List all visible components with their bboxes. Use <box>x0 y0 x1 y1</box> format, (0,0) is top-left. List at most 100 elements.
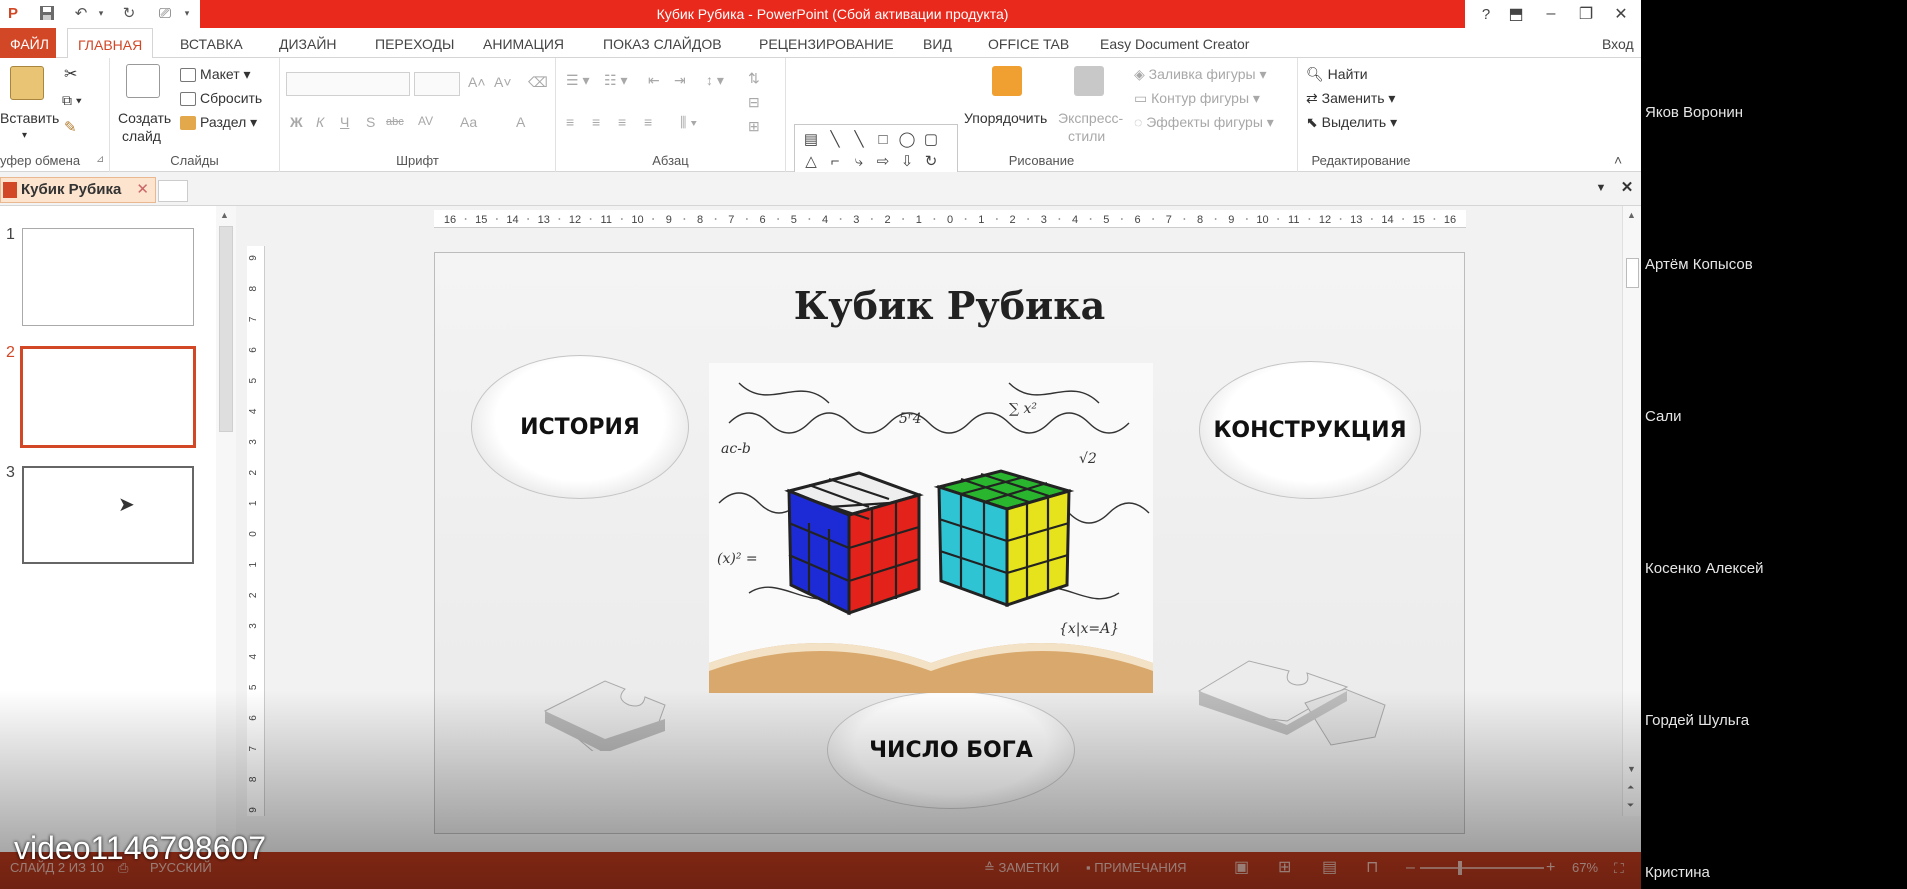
new-slide-icon[interactable] <box>126 64 160 98</box>
quick-styles-button-2[interactable]: стили <box>1068 128 1105 144</box>
customize-qat-icon[interactable]: ▾ <box>176 2 198 24</box>
oval-gods-number[interactable]: ЧИСЛО БОГА <box>827 691 1075 809</box>
shape-outline-button[interactable]: ▭ Контур фигуры ▾ <box>1134 90 1260 107</box>
tab-file[interactable]: ФАЙЛ <box>0 28 56 58</box>
puzzle-pieces-right[interactable] <box>1195 651 1395 747</box>
text-direction-icon[interactable]: ⇅ <box>748 70 760 87</box>
select-button[interactable]: ⬉ Выделить ▾ <box>1306 114 1397 131</box>
clipboard-launcher-icon[interactable]: ⊿ <box>96 154 104 165</box>
layout-button[interactable]: Макет ▾ <box>180 66 251 83</box>
notes-button[interactable]: ≙ ЗАМЕТКИ <box>984 852 1059 889</box>
elbow-shape-icon[interactable]: ⌐ <box>823 150 847 172</box>
tab-close-icon[interactable]: ✕ <box>1616 176 1638 200</box>
slide-sorter-icon[interactable]: ⊞ <box>1278 852 1291 889</box>
decrease-indent-icon[interactable]: ⇤ <box>648 72 660 89</box>
zoom-slider-track[interactable] <box>1420 867 1544 869</box>
reading-view-icon[interactable]: ▤ <box>1322 852 1337 889</box>
justify-icon[interactable]: ≡ <box>644 114 652 130</box>
increase-indent-icon[interactable]: ⇥ <box>674 72 686 89</box>
quick-styles-icon[interactable] <box>1074 66 1104 96</box>
slide-thumbnail-1[interactable] <box>22 228 194 326</box>
italic-button[interactable]: К <box>316 114 324 130</box>
cut-icon[interactable]: ✂ <box>64 64 77 84</box>
new-slide-button-2[interactable]: слайд <box>122 128 161 144</box>
char-spacing-button[interactable]: AV <box>418 114 433 128</box>
font-size-combo[interactable] <box>414 72 460 96</box>
bold-button[interactable]: Ж <box>290 114 303 130</box>
scroll-thumb[interactable] <box>1626 258 1639 288</box>
scroll-up-icon[interactable]: ▲ <box>220 210 229 220</box>
align-right-icon[interactable]: ≡ <box>618 114 626 130</box>
normal-view-icon[interactable]: ▣ <box>1234 852 1249 889</box>
puzzle-piece-left[interactable] <box>535 671 675 751</box>
oval-shape-icon[interactable]: ◯ <box>895 128 919 150</box>
help-button[interactable]: ? <box>1470 0 1502 28</box>
paste-button[interactable]: Вставить <box>0 110 59 126</box>
replace-button[interactable]: ⇄ Заменить ▾ <box>1306 90 1395 107</box>
arrange-button[interactable]: Упорядочить <box>964 110 1047 126</box>
numbering-icon[interactable]: ☷ ▾ <box>604 72 627 89</box>
font-name-combo[interactable] <box>286 72 410 96</box>
zoom-out-icon[interactable]: – <box>1406 852 1415 889</box>
tab-insert[interactable]: ВСТАВКА <box>170 28 253 58</box>
shadow-button[interactable]: S <box>366 114 375 130</box>
next-slide-icon[interactable]: ⏷ <box>1627 800 1634 811</box>
scroll-up-icon[interactable]: ▲ <box>1627 210 1636 220</box>
comments-button[interactable]: ▪ ПРИМЕЧАНИЯ <box>1086 852 1187 889</box>
undo-dropdown-icon[interactable]: ▾ <box>90 2 112 24</box>
redo-icon[interactable]: ↻ <box>118 2 140 24</box>
paste-icon[interactable] <box>10 66 44 100</box>
find-button[interactable]: 🔍︎ Найти <box>1306 66 1368 83</box>
arrow-shape-icon[interactable]: ⇨ <box>871 150 895 172</box>
tab-design[interactable]: ДИЗАЙН <box>269 28 347 58</box>
tab-slideshow[interactable]: ПОКАЗ СЛАЙДОВ <box>593 28 732 58</box>
smartart-icon[interactable]: ⊞ <box>748 118 760 135</box>
new-slide-button[interactable]: Создать <box>118 110 171 126</box>
align-text-icon[interactable]: ⊟ <box>748 94 760 111</box>
font-color-button[interactable]: A <box>516 114 525 130</box>
line2-shape-icon[interactable]: ╲ <box>847 128 871 150</box>
clear-formatting-icon[interactable]: ⌫ <box>528 74 548 91</box>
tab-transitions[interactable]: ПЕРЕХОДЫ <box>365 28 464 58</box>
section-button[interactable]: Раздел ▾ <box>180 114 257 131</box>
underline-button[interactable]: Ч <box>340 114 349 130</box>
save-icon[interactable] <box>36 2 58 24</box>
slideshow-view-icon[interactable]: ⊓ <box>1366 852 1378 889</box>
arrange-icon[interactable] <box>992 66 1022 96</box>
doc-tab[interactable]: Кубик Рубика ✕ <box>0 177 156 203</box>
zoom-slider-thumb[interactable] <box>1458 861 1462 875</box>
tab-home[interactable]: ГЛАВНАЯ <box>67 28 154 59</box>
new-tab-button[interactable] <box>158 180 188 202</box>
loop-shape-icon[interactable]: ↻ <box>919 150 943 172</box>
roundrect-shape-icon[interactable]: ▢ <box>919 128 943 150</box>
textbox-shape-icon[interactable]: ▤ <box>799 128 823 150</box>
undo-icon[interactable]: ↶ <box>70 2 92 24</box>
close-icon[interactable]: ✕ <box>1605 0 1637 28</box>
slide-title[interactable]: Кубик Рубика <box>435 283 1464 328</box>
paste-dropdown-icon[interactable]: ▾ <box>22 130 27 141</box>
shape-effects-button[interactable]: ◌ Эффекты фигуры ▾ <box>1134 114 1274 131</box>
triangle-shape-icon[interactable]: △ <box>799 150 823 172</box>
slide-thumbnail-2[interactable] <box>20 346 196 448</box>
tab-animation[interactable]: АНИМАЦИЯ <box>473 28 574 58</box>
reset-button[interactable]: Сбросить <box>180 90 262 107</box>
align-left-icon[interactable]: ≡ <box>566 114 574 130</box>
columns-icon[interactable]: ⫼ ▾ <box>680 114 697 131</box>
prev-slide-icon[interactable]: ⏶ <box>1627 782 1634 793</box>
grow-font-icon[interactable]: A˄ <box>468 74 486 90</box>
scroll-thumb[interactable] <box>219 226 233 432</box>
zoom-in-icon[interactable]: + <box>1546 852 1555 889</box>
quick-styles-button[interactable]: Экспресс- <box>1058 110 1123 126</box>
zoom-level[interactable]: 67% <box>1572 852 1598 889</box>
format-painter-icon[interactable]: ✎ <box>64 118 77 136</box>
minimize-icon[interactable]: – <box>1535 0 1567 28</box>
line-shape-icon[interactable]: ╲ <box>823 128 847 150</box>
slideshow-from-start-icon[interactable]: ⎚ <box>154 2 176 24</box>
fit-slide-icon[interactable]: ⛶ <box>1614 852 1624 889</box>
connector-shape-icon[interactable]: ⤷ <box>847 150 871 172</box>
ribbon-display-options-icon[interactable]: ⬒ <box>1500 0 1532 28</box>
tab-easy-document-creator[interactable]: Easy Document Creator <box>1090 28 1259 58</box>
oval-construction[interactable]: КОНСТРУКЦИЯ <box>1199 361 1421 499</box>
align-center-icon[interactable]: ≡ <box>592 114 600 130</box>
slide-canvas[interactable]: Кубик Рубика ИСТОРИЯ КОНСТРУКЦИЯ ЧИСЛО Б… <box>434 252 1465 834</box>
